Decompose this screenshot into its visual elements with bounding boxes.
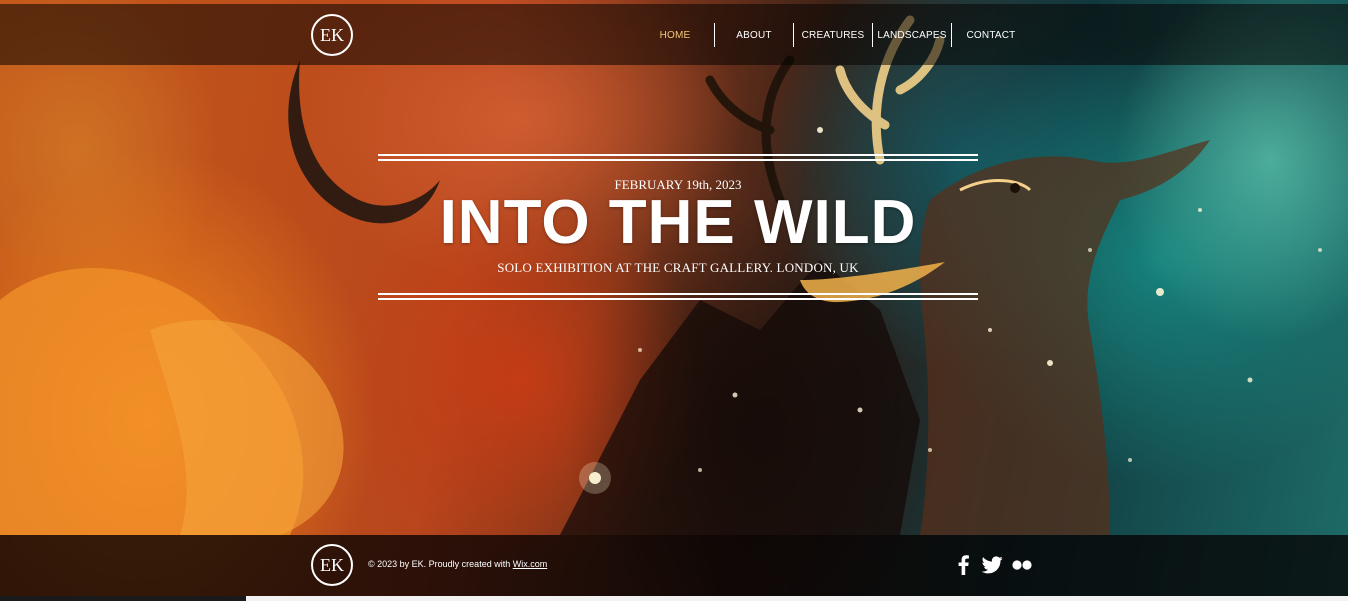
copyright-prefix: © 2023 by EK. Proudly created with <box>368 559 513 569</box>
wix-link[interactable]: Wix.com <box>513 559 548 569</box>
hero-bottom-rule <box>378 293 978 295</box>
nav-item-about[interactable]: ABOUT <box>715 30 793 41</box>
scrollbar-thumb[interactable] <box>0 596 246 601</box>
site-logo[interactable]: EK <box>311 14 353 56</box>
browser-bottom-strip <box>0 596 1348 601</box>
copyright-text: © 2023 by EK. Proudly created with Wix.c… <box>368 559 547 569</box>
page: EK HOME ABOUT CREATURES LANDSCAPES CONTA… <box>0 0 1348 601</box>
silhouette-shape <box>560 260 920 535</box>
deer-eye <box>1010 183 1020 193</box>
footer-logo[interactable]: EK <box>311 544 353 586</box>
artwork-shapes <box>0 15 1322 535</box>
page-title: INTO THE WILD <box>439 188 917 257</box>
site-footer: EK © 2023 by EK. Proudly created with Wi… <box>0 535 1348 596</box>
hero-bottom-rule <box>378 298 978 300</box>
hero-top-rule <box>378 154 978 156</box>
site-header: EK HOME ABOUT CREATURES LANDSCAPES CONTA… <box>0 4 1348 65</box>
twitter-icon[interactable] <box>982 555 1003 575</box>
main-nav: HOME ABOUT CREATURES LANDSCAPES CONTACT <box>636 23 1030 47</box>
flickr-icon[interactable] <box>1011 555 1033 575</box>
nav-item-contact[interactable]: CONTACT <box>952 30 1030 41</box>
nav-item-home[interactable]: HOME <box>636 30 714 41</box>
nav-item-creatures[interactable]: CREATURES <box>794 30 872 41</box>
hero-background-artwork <box>0 0 1348 601</box>
nav-item-landscapes[interactable]: LANDSCAPES <box>873 30 951 41</box>
social-links <box>954 555 1033 575</box>
facebook-icon[interactable] <box>954 555 974 575</box>
hero-top-rule <box>378 159 978 161</box>
exhibition-subtitle: SOLO EXHIBITION AT THE CRAFT GALLERY. LO… <box>497 260 859 275</box>
